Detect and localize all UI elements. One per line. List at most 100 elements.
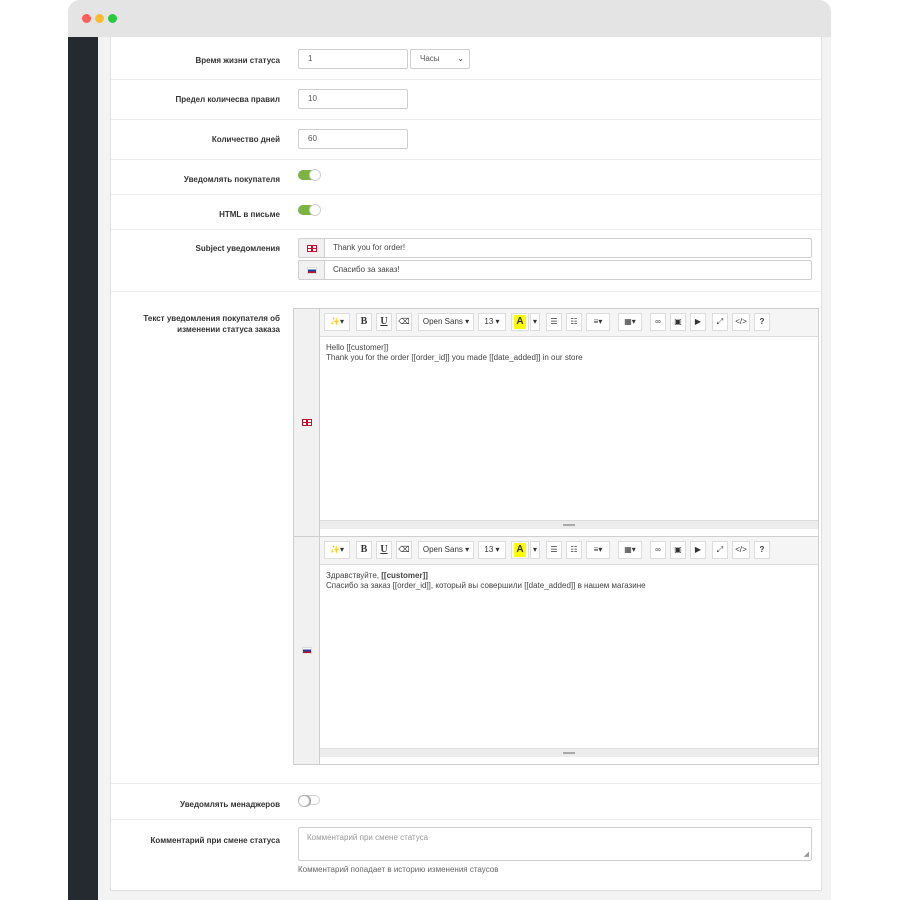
magic-wand-icon[interactable]: ✨▾ [324, 541, 350, 559]
text-color-button[interactable]: A [511, 313, 529, 331]
text-color-icon: A [514, 543, 526, 557]
status-comment-help: Комментарий попадает в историю изменения… [298, 865, 499, 874]
code-view-icon[interactable]: </> [732, 541, 750, 559]
admin-sidebar [68, 37, 98, 900]
font-family-dropdown[interactable]: Open Sans ▾ [418, 541, 474, 559]
video-icon[interactable]: ▶ [690, 313, 706, 331]
code-view-icon[interactable]: </> [732, 313, 750, 331]
title-bar [68, 0, 831, 37]
row-status-comment: Комментарий при смене статуса Комментари… [111, 819, 821, 889]
ordered-list-icon[interactable]: ☷ [566, 541, 582, 559]
unordered-list-icon[interactable]: ☰ [546, 313, 562, 331]
notification-text-label: Текст уведомления покупателя об изменени… [110, 313, 280, 335]
editor-ru-line1-prefix: Здравствуйте, [326, 571, 382, 580]
status-lifetime-label: Время жизни статуса [195, 56, 280, 65]
editor-ru-resize-handle[interactable] [320, 748, 818, 757]
editor-ru-content[interactable]: Здравствуйте, [[customer]] Спасибо за за… [320, 565, 818, 748]
editor-en-lang [294, 309, 320, 536]
html-in-email-label: HTML в письме [219, 210, 280, 219]
help-icon[interactable]: ? [754, 313, 770, 331]
table-dropdown[interactable]: ▦▾ [618, 541, 642, 559]
text-color-caret[interactable]: ▾ [530, 541, 540, 559]
fullscreen-icon[interactable]: ⤢ [712, 313, 728, 331]
unordered-list-icon[interactable]: ☰ [546, 541, 562, 559]
editor-ru-toolbar: ✨▾ B U ⌫ Open Sans ▾ 13 ▾ A ▾ ☰ ☷ ≡▾ ▦▾ … [320, 537, 818, 565]
link-icon[interactable]: ∞ [650, 541, 666, 559]
ru-flag-icon [307, 267, 317, 274]
minimize-window-button[interactable] [95, 14, 104, 23]
table-dropdown[interactable]: ▦▾ [618, 313, 642, 331]
toggle-knob [309, 204, 321, 216]
uk-flag-icon [302, 419, 312, 426]
status-comment-textarea[interactable]: Комментарий при смене статуса ◢ [298, 827, 812, 861]
notify-customer-label: Уведомлять покупателя [183, 175, 280, 184]
notify-managers-label: Уведомлять менаджеров [180, 800, 280, 809]
text-color-button[interactable]: A [511, 541, 529, 559]
link-icon[interactable]: ∞ [650, 313, 666, 331]
maximize-window-button[interactable] [108, 14, 117, 23]
subject-ru-input[interactable]: Спасибо за заказ! [324, 260, 812, 280]
row-html-in-email: HTML в письме [111, 194, 821, 230]
close-window-button[interactable] [82, 14, 91, 23]
row-days-count: Количество дней 60 [111, 119, 821, 160]
editor-ru-line1-placeholder: [[customer]] [381, 571, 428, 580]
editor-en-toolbar: ✨▾ B U ⌫ Open Sans ▾ 13 ▾ A ▾ ☰ ☷ ≡▾ ▦▾ … [320, 309, 818, 337]
uk-flag-icon [307, 245, 317, 252]
row-rules-limit: Предел количесва правил 10 [111, 79, 821, 120]
resize-grip-icon[interactable]: ◢ [804, 851, 809, 858]
status-comment-placeholder: Комментарий при смене статуса [307, 833, 429, 842]
ru-flag-icon [302, 647, 312, 654]
bold-button[interactable]: B [356, 541, 372, 559]
subject-en-addon [298, 238, 324, 258]
subject-label: Subject уведомления [195, 244, 280, 253]
row-subject: Subject уведомления Thank you for order!… [111, 229, 821, 292]
status-lifetime-unit-select[interactable]: Часы ⌄ [410, 49, 470, 69]
notification-text-label-line2: изменении статуса заказа [177, 325, 280, 334]
days-count-label: Количество дней [211, 135, 280, 144]
fullscreen-icon[interactable]: ⤢ [712, 541, 728, 559]
rules-limit-label: Предел количесва правил [175, 95, 280, 104]
align-dropdown[interactable]: ≡▾ [586, 313, 610, 331]
image-icon[interactable]: ▣ [670, 313, 686, 331]
days-count-input[interactable]: 60 [298, 129, 408, 149]
subject-en-input[interactable]: Thank you for order! [324, 238, 812, 258]
notify-customer-toggle[interactable] [298, 169, 321, 181]
row-status-lifetime: Время жизни статуса 1 Часы ⌄ [111, 37, 821, 80]
row-notification-text: Текст уведомления покупателя об изменени… [111, 291, 821, 784]
notification-text-label-line1: Текст уведомления покупателя об [143, 314, 280, 323]
editor-ru-line2: Спасибо за заказ [[order_id]], который в… [326, 581, 646, 590]
ordered-list-icon[interactable]: ☷ [566, 313, 582, 331]
font-size-dropdown[interactable]: 13 ▾ [478, 541, 506, 559]
editor-ru-line1: Здравствуйте, [[customer]] [326, 571, 812, 581]
eraser-icon[interactable]: ⌫ [396, 541, 412, 559]
subject-ru-addon [298, 260, 324, 280]
text-color-caret[interactable]: ▾ [530, 313, 540, 331]
editor-en-resize-handle[interactable] [320, 520, 818, 529]
image-icon[interactable]: ▣ [670, 541, 686, 559]
font-family-dropdown[interactable]: Open Sans ▾ [418, 313, 474, 331]
text-color-icon: A [514, 315, 526, 329]
editor-ru: ✨▾ B U ⌫ Open Sans ▾ 13 ▾ A ▾ ☰ ☷ ≡▾ ▦▾ … [293, 536, 819, 765]
browser-window: Время жизни статуса 1 Часы ⌄ Предел коли… [68, 0, 831, 900]
help-icon[interactable]: ? [754, 541, 770, 559]
toggle-knob [309, 169, 321, 181]
font-size-dropdown[interactable]: 13 ▾ [478, 313, 506, 331]
rules-limit-input[interactable]: 10 [298, 89, 408, 109]
notify-managers-toggle[interactable] [298, 795, 320, 807]
editor-ru-lang [294, 537, 320, 764]
settings-form: Время жизни статуса 1 Часы ⌄ Предел коли… [110, 37, 822, 891]
magic-wand-icon[interactable]: ✨▾ [324, 313, 350, 331]
editor-en: ✨▾ B U ⌫ Open Sans ▾ 13 ▾ A ▾ ☰ ☷ ≡▾ ▦▾ … [293, 308, 819, 537]
editor-en-content[interactable]: Hello [[customer]] Thank you for the ord… [320, 337, 818, 520]
align-dropdown[interactable]: ≡▾ [586, 541, 610, 559]
video-icon[interactable]: ▶ [690, 541, 706, 559]
underline-button[interactable]: U [376, 541, 392, 559]
editor-en-line2: Thank you for the order [[order_id]] you… [326, 353, 583, 362]
bold-button[interactable]: B [356, 313, 372, 331]
editor-en-line1: Hello [[customer]] [326, 343, 389, 352]
underline-button[interactable]: U [376, 313, 392, 331]
chevron-down-icon: ⌄ [457, 54, 464, 63]
html-in-email-toggle[interactable] [298, 204, 321, 216]
eraser-icon[interactable]: ⌫ [396, 313, 412, 331]
status-lifetime-input[interactable]: 1 [298, 49, 408, 69]
